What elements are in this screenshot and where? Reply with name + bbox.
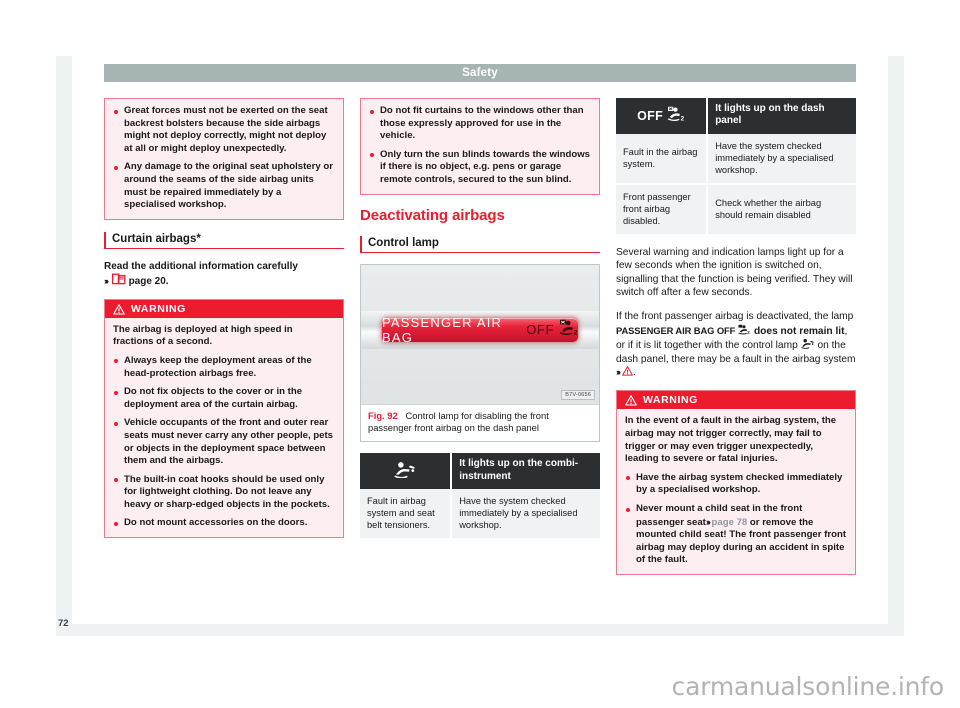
column-left: Great forces must not be exerted on the … bbox=[104, 98, 344, 550]
note-bullet: Any damage to the original seat upholste… bbox=[113, 161, 335, 211]
airbag-warning-icon bbox=[360, 453, 453, 490]
figure-image: PASSENGER AIR BAG OFF 2 B7V-0656 bbox=[361, 264, 599, 405]
paragraph-lamp-check: Several warning and indication lamps lig… bbox=[616, 246, 853, 299]
para-part-1: If the front passenger airbag is deactiv… bbox=[616, 311, 854, 323]
warning-label: WARNING bbox=[643, 394, 698, 407]
para-part-2: does not remain lit bbox=[753, 325, 845, 337]
page-link[interactable]: page 78 bbox=[712, 517, 748, 528]
warning-bullet: Do not mount accessories on the doors. bbox=[113, 517, 335, 530]
column-right: OFF 2 It lights up on the dash panel Fau… bbox=[616, 98, 856, 587]
table-cell-cause: Front passenger front airbag disabled. bbox=[616, 183, 709, 234]
table-cell-action: Check whether the airbag should remain d… bbox=[707, 183, 856, 234]
inline-airbag-off-icon: 2 bbox=[735, 324, 754, 337]
passenger-airbag-off-header: OFF 2 bbox=[616, 98, 709, 134]
warning-bullet: Vehicle occupants of the front and outer… bbox=[113, 417, 335, 467]
running-header: Safety bbox=[104, 64, 856, 82]
read-info-page: page 20. bbox=[128, 275, 169, 287]
read-info-text: Read the additional information carefull… bbox=[104, 260, 298, 272]
table-header-row: It lights up on the combi-instrument bbox=[360, 453, 600, 490]
warning-bullet-with-link: Never mount a child seat in the front pa… bbox=[625, 503, 847, 567]
warning-bullet: Always keep the deployment areas of the … bbox=[113, 355, 335, 380]
note-box-left: Great forces must not be exerted on the … bbox=[104, 98, 344, 220]
figure-caption: Fig. 92 Control lamp for disabling the f… bbox=[361, 405, 599, 442]
figure-image-code: B7V-0656 bbox=[561, 389, 595, 400]
passenger-airbag-off-icon: 2 bbox=[559, 319, 578, 341]
table-row: Fault in airbag system and seat belt ten… bbox=[360, 489, 600, 539]
page-number: 72 bbox=[58, 618, 69, 629]
combi-instrument-lamp-table: It lights up on the combi-instrument Fau… bbox=[360, 453, 600, 539]
header-title: Safety bbox=[462, 67, 498, 79]
note-bullet: Only turn the sun blinds towards the win… bbox=[369, 149, 591, 187]
warning-box-right: WARNING In the event of a fault in the a… bbox=[616, 390, 856, 575]
dash-panel-lamp-table: OFF 2 It lights up on the dash panel Fau… bbox=[616, 98, 856, 234]
warning-intro: In the event of a fault in the airbag sy… bbox=[625, 415, 837, 465]
section-heading-control-lamp: Control lamp bbox=[360, 235, 600, 253]
off-badge: OFF 2 bbox=[637, 106, 685, 126]
warning-body: In the event of a fault in the airbag sy… bbox=[617, 409, 855, 574]
figure-92: PASSENGER AIR BAG OFF 2 B7V-0656 Fig. 92… bbox=[360, 263, 600, 443]
table-cell-action: Have the system checked immediately by a… bbox=[451, 489, 600, 539]
read-additional-information: Read the additional information carefull… bbox=[104, 260, 344, 288]
table-header-row: OFF 2 It lights up on the dash panel bbox=[616, 98, 856, 134]
chevron-icon: ››› bbox=[616, 367, 621, 378]
svg-text:2: 2 bbox=[681, 115, 685, 122]
warning-triangle-icon bbox=[625, 395, 637, 407]
column-middle: Do not fit curtains to the windows other… bbox=[360, 98, 600, 550]
warning-triangle-icon-inline bbox=[622, 366, 633, 376]
off-label: OFF bbox=[637, 108, 664, 123]
table-header-text: It lights up on the combi-instrument bbox=[451, 453, 600, 490]
lamp-off-text: OFF bbox=[526, 322, 554, 338]
table-row: Fault in the airbag system. Have the sys… bbox=[616, 133, 856, 185]
lamp-text: PASSENGER AIR BAG bbox=[382, 314, 503, 345]
warning-bullet: Do not fix objects to the cover or in th… bbox=[113, 386, 335, 411]
book-reference-icon bbox=[111, 273, 126, 284]
table-row: Front passenger front airbag disabled. C… bbox=[616, 183, 856, 234]
warning-bullet: Have the airbag system checked immediate… bbox=[625, 472, 847, 497]
svg-text:2: 2 bbox=[747, 330, 750, 335]
passenger-airbag-off-lamp: PASSENGER AIR BAG OFF 2 bbox=[381, 314, 579, 345]
warning-triangle-icon bbox=[113, 304, 125, 315]
table-cell-action: Have the system checked immediately by a… bbox=[707, 133, 856, 185]
warning-header: WARNING bbox=[617, 391, 855, 410]
note-box-middle: Do not fit curtains to the windows other… bbox=[360, 98, 600, 195]
chevron-icon: ››› bbox=[104, 275, 109, 286]
note-bullet: Do not fit curtains to the windows other… bbox=[369, 105, 591, 143]
chevron-icon: ››› bbox=[705, 516, 711, 527]
warning-bullet: The built-in coat hooks should be used o… bbox=[113, 474, 335, 512]
paragraph-deactivated-lamp: If the front passenger airbag is deactiv… bbox=[616, 311, 856, 379]
table-cell-cause: Fault in airbag system and seat belt ten… bbox=[360, 489, 453, 539]
figure-number: Fig. 92 bbox=[368, 409, 398, 421]
inline-airbag-warning-icon bbox=[800, 339, 818, 351]
svg-text:2: 2 bbox=[574, 329, 578, 336]
watermark: carmanualsonline.info bbox=[671, 672, 945, 701]
inline-lamp-label: PASSENGER AIR BAG OFF bbox=[616, 324, 736, 336]
warning-header: WARNING bbox=[105, 299, 343, 318]
warning-intro: The airbag is deployed at high speed in … bbox=[113, 323, 293, 348]
table-header-text: It lights up on the dash panel bbox=[707, 98, 856, 134]
passenger-airbag-off-icon: 2 bbox=[667, 106, 685, 126]
warning-body: The airbag is deployed at high speed in … bbox=[105, 318, 343, 537]
warning-box-left: WARNING The airbag is deployed at high s… bbox=[104, 298, 344, 539]
manual-page: Safety Great forces must not be exerted … bbox=[0, 0, 960, 708]
page-title-deactivating-airbags: Deactivating airbags bbox=[360, 206, 505, 224]
table-cell-cause: Fault in the airbag system. bbox=[616, 133, 709, 185]
warning-label: WARNING bbox=[131, 302, 186, 315]
section-heading-curtain-airbags: Curtain airbags* bbox=[104, 231, 344, 249]
note-bullet: Great forces must not be exerted on the … bbox=[113, 105, 335, 155]
